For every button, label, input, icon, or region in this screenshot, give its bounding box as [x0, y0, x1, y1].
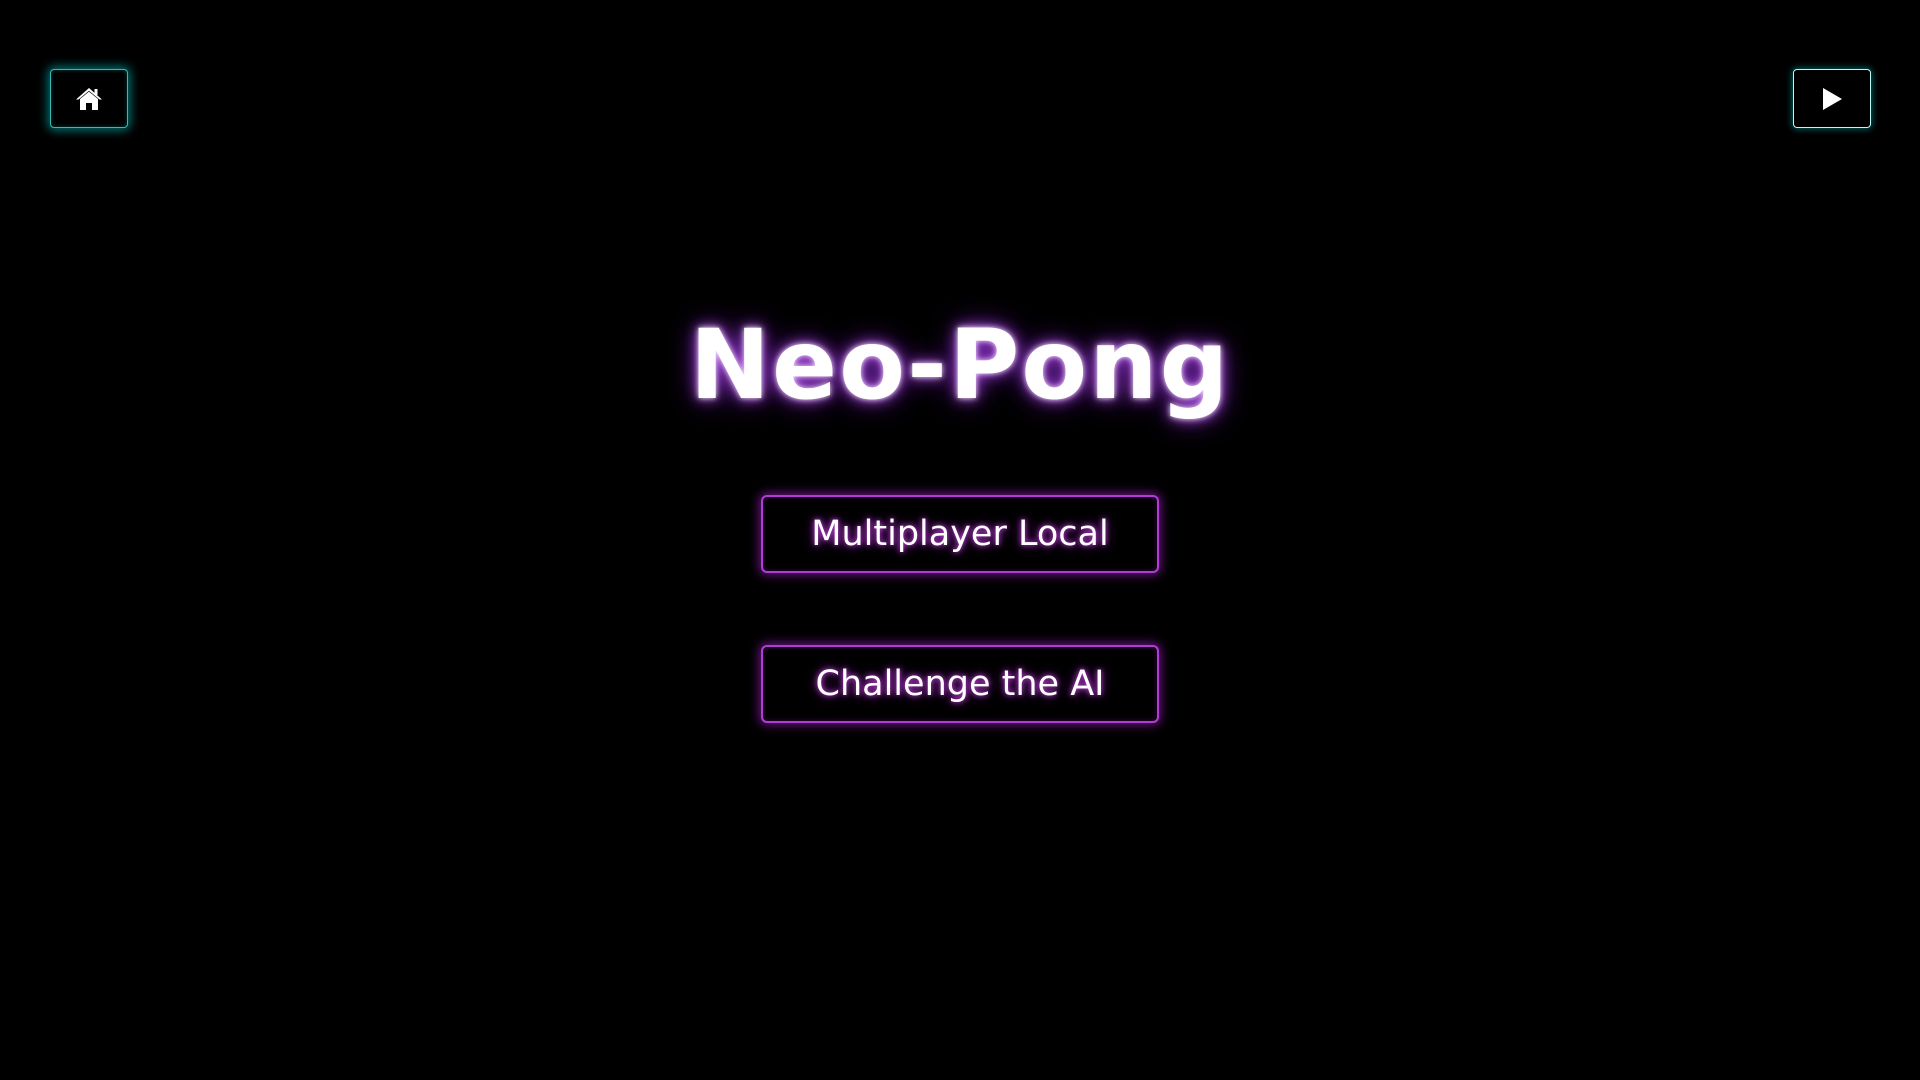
play-button[interactable] — [1793, 69, 1871, 128]
game-title: Neo-Pong — [689, 309, 1231, 421]
home-icon — [75, 86, 103, 112]
home-button[interactable] — [50, 69, 128, 128]
play-icon — [1820, 86, 1844, 112]
challenge-ai-button[interactable]: Challenge the AI — [761, 645, 1159, 723]
game-menu-screen: Neo-Pong Multiplayer Local Challenge the… — [0, 0, 1920, 1080]
multiplayer-local-button[interactable]: Multiplayer Local — [761, 495, 1159, 573]
